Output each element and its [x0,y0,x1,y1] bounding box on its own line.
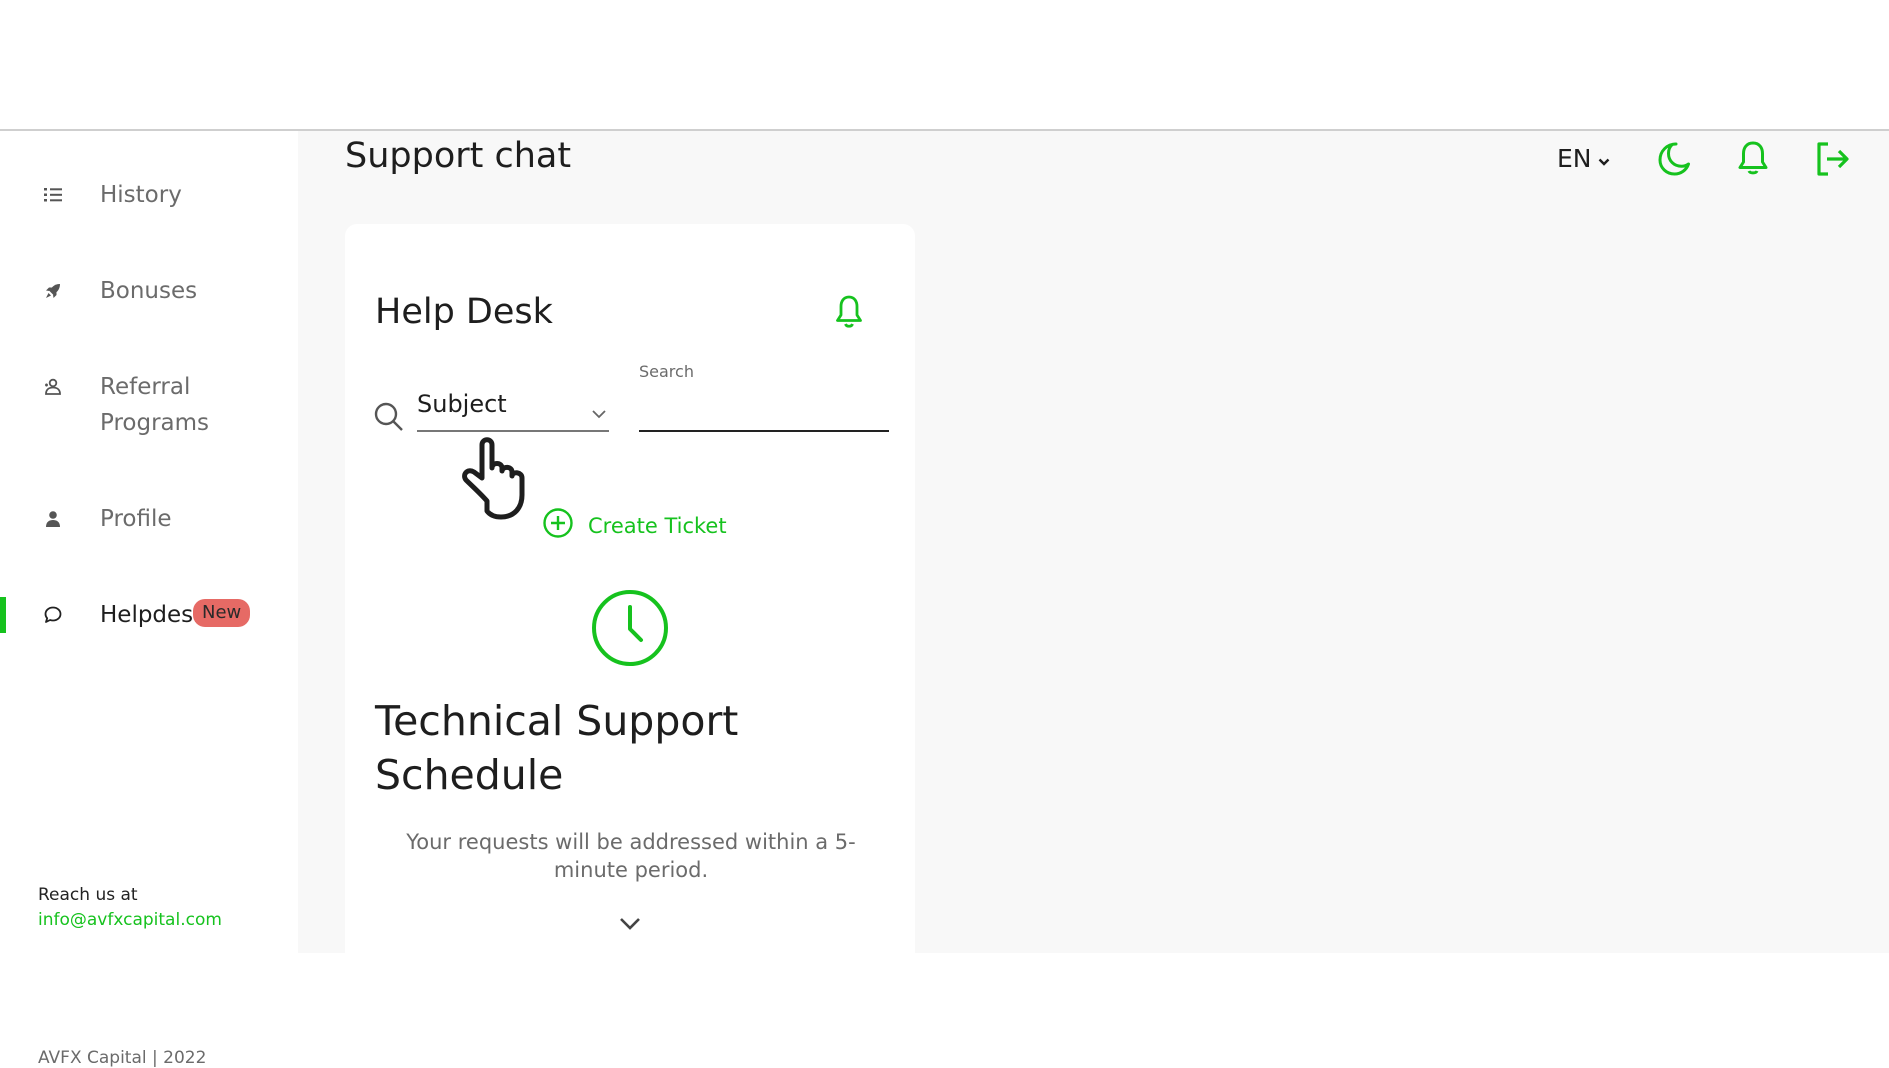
sidebar-item-label: History [100,182,182,208]
logout-icon[interactable] [1813,139,1853,179]
helpdesk-title: Help Desk [375,292,553,332]
chat-icon [43,605,63,625]
page-title: Support chat [345,136,572,176]
language-label: EN [1557,144,1592,173]
search-icon [373,401,405,433]
list-icon [43,185,63,205]
schedule-description: Your requests will be addressed within a… [406,830,856,882]
user-icon [43,509,63,529]
plus-circle-icon [542,507,574,544]
moon-icon[interactable] [1654,139,1694,179]
top-blank-bar [0,0,1889,131]
rocket-icon [43,281,63,301]
helpdesk-card: Help Desk Subject Search Create Ticket T… [345,224,915,953]
chevron-down-icon [591,404,607,423]
bell-icon[interactable] [833,294,865,332]
create-ticket-label: Create Ticket [588,513,727,538]
search-field-label: Search [639,362,694,381]
language-selector[interactable]: EN [1557,144,1610,173]
search-input[interactable] [639,384,889,432]
new-badge: New [193,599,251,627]
sidebar: History Bonuses Referral Programs Profil… [0,131,298,1068]
footer-copyright: AVFX Capital | 2022 [38,1048,207,1068]
chevron-down-icon[interactable] [617,914,643,934]
contact-email-link[interactable]: info@avfxcapital.com [38,908,222,933]
clock-icon [591,589,669,667]
reach-label: Reach us at [38,885,138,905]
sidebar-item-label: Referral Programs [100,374,210,436]
subject-select[interactable]: Subject [417,386,609,432]
subject-select-value: Subject [417,390,507,418]
active-indicator [0,597,6,633]
schedule-title: Technical Support Schedule [375,697,739,799]
sidebar-item-referral-programs[interactable]: Referral Programs [0,369,298,449]
sidebar-item-label: Profile [100,506,172,532]
chevron-down-icon [1598,144,1610,173]
sidebar-item-label: Helpdesk [100,602,207,628]
sidebar-item-label: Bonuses [100,278,198,304]
bell-icon[interactable] [1733,138,1773,178]
create-ticket-button[interactable]: Create Ticket [542,507,727,544]
contact-info: Reach us at info@avfxcapital.com [38,883,222,933]
referral-icon [43,377,63,397]
